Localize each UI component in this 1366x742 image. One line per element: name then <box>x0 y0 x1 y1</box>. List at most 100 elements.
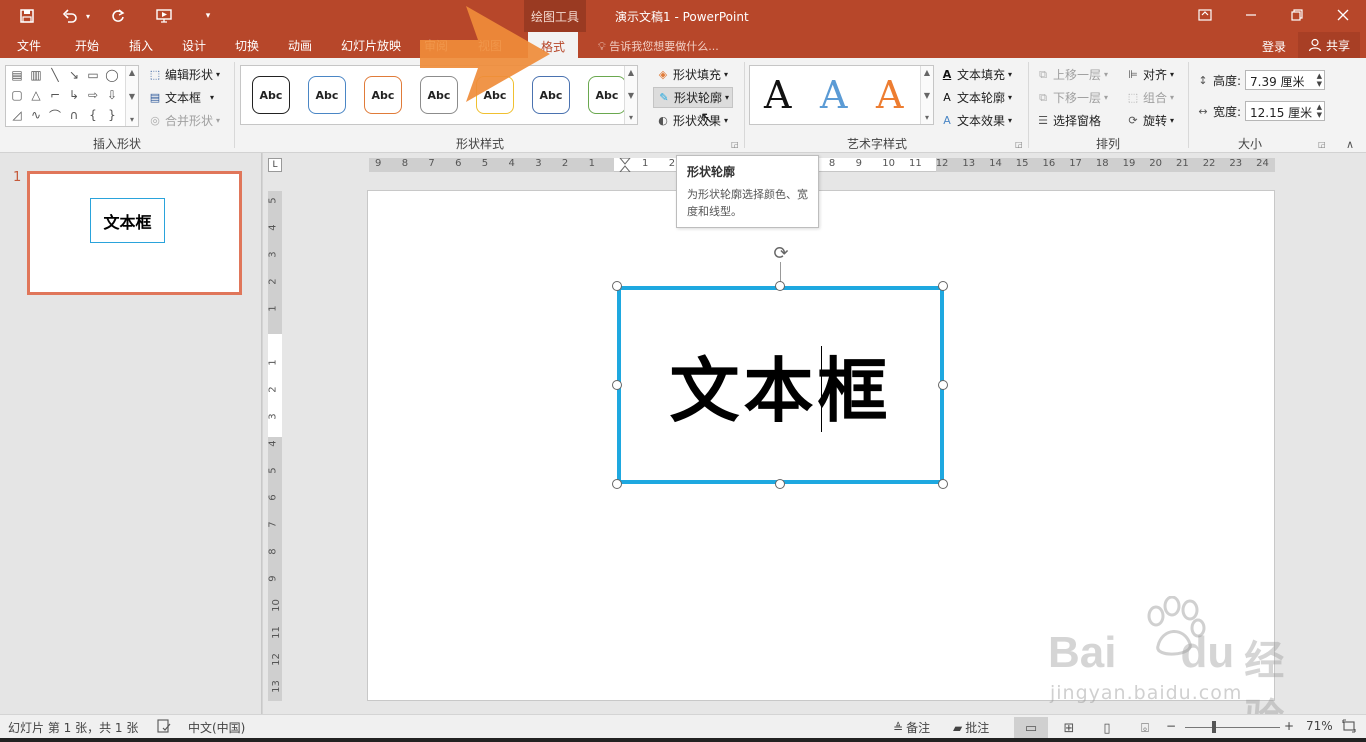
resize-handle-n[interactable] <box>775 281 785 291</box>
spell-check-icon[interactable] <box>157 719 171 733</box>
resize-handle-ne[interactable] <box>938 281 948 291</box>
shape-style-swatch[interactable]: Abc <box>308 76 346 114</box>
wordart-style-swatch[interactable]: A <box>764 74 791 116</box>
ribbon-display-options-icon[interactable] <box>1190 4 1220 26</box>
slideshow-view-icon[interactable]: ⌻ <box>1128 717 1162 739</box>
indent-marker-icon[interactable] <box>619 158 631 172</box>
shape-effects-button[interactable]: ◐ 形状效果 ▾ <box>656 112 728 129</box>
tab-design[interactable]: 设计 <box>182 37 206 54</box>
selected-textbox[interactable]: 文本框 <box>617 286 944 484</box>
bring-forward-button[interactable]: ⧉ 上移一层 ▾ <box>1036 66 1108 83</box>
undo-icon[interactable] <box>58 4 82 28</box>
resize-handle-nw[interactable] <box>612 281 622 291</box>
start-from-beginning-icon[interactable] <box>152 4 176 28</box>
wordart-styles-gallery[interactable]: A A A <box>749 65 934 125</box>
edit-shape-button[interactable]: ⬚ 编辑形状 ▾ <box>148 66 220 83</box>
language-indicator[interactable]: 中文(中国) <box>188 719 245 736</box>
tab-file[interactable]: 文件 <box>17 37 41 54</box>
tab-transitions[interactable]: 切换 <box>235 37 259 54</box>
merge-shapes-button[interactable]: ◎ 合并形状 ▾ <box>148 112 220 129</box>
text-box-button[interactable]: ▤ 文本框 ▾ <box>148 89 214 106</box>
curve-shape-icon[interactable]: ∩ <box>66 108 82 122</box>
slide-thumbnail[interactable]: 文本框 <box>27 171 242 295</box>
repeat-icon[interactable] <box>106 4 130 28</box>
elbow-arrow-shape-icon[interactable]: ↳ <box>66 88 82 102</box>
arc-shape-icon[interactable]: ⌒ <box>47 108 63 123</box>
zoom-slider-thumb[interactable] <box>1212 721 1216 733</box>
right-arrow-shape-icon[interactable]: ⇨ <box>85 88 101 102</box>
shape-style-swatch[interactable]: Abc <box>364 76 402 114</box>
normal-view-icon[interactable]: ▭ <box>1014 717 1048 739</box>
rectangle-shape-icon[interactable]: ▭ <box>85 68 101 82</box>
resize-handle-se[interactable] <box>938 479 948 489</box>
tab-insert[interactable]: 插入 <box>129 37 153 54</box>
shapes-gallery-scroll[interactable]: ▲ ▼ ▾ <box>125 66 138 126</box>
share-button[interactable]: 共享 <box>1298 32 1360 58</box>
tab-selector[interactable]: L <box>268 158 282 172</box>
shape-outline-button[interactable]: ✎ 形状轮廓 ▾ <box>653 87 734 108</box>
zoom-level[interactable]: 71% <box>1306 719 1333 733</box>
align-button[interactable]: ⊫ 对齐 ▾ <box>1126 66 1174 83</box>
arrow-line-shape-icon[interactable]: ↘ <box>66 68 82 82</box>
resize-handle-sw[interactable] <box>612 479 622 489</box>
wordart-style-swatch[interactable]: A <box>820 74 847 116</box>
zoom-slider-track[interactable] <box>1185 727 1280 728</box>
close-icon[interactable] <box>1328 4 1358 26</box>
resize-handle-w[interactable] <box>612 380 622 390</box>
scribble-shape-icon[interactable]: ∿ <box>28 108 44 122</box>
tab-slideshow[interactable]: 幻灯片放映 <box>341 37 401 54</box>
undo-dropdown-icon[interactable]: ▾ <box>82 4 94 28</box>
collapse-ribbon-icon[interactable]: ∧ <box>1346 138 1354 151</box>
group-button[interactable]: ⬚ 组合 ▾ <box>1126 89 1174 106</box>
notes-button[interactable]: ≜ 备注 <box>893 719 930 736</box>
height-spinner[interactable]: ▲ ▼ <box>1317 72 1322 88</box>
slide-indicator[interactable]: 幻灯片 第 1 张，共 1 张 <box>8 719 138 736</box>
text-box-shape-icon[interactable]: ▤ <box>9 68 25 82</box>
wordart-style-swatch[interactable]: A <box>876 74 903 116</box>
comments-button[interactable]: ▰ 批注 <box>953 719 989 736</box>
fit-slide-icon[interactable] <box>1342 719 1356 733</box>
line-shape-icon[interactable]: ╲ <box>47 68 63 82</box>
minimize-icon[interactable] <box>1236 4 1266 26</box>
text-fill-button[interactable]: A 文本填充 ▾ <box>940 66 1012 83</box>
shape-styles-scroll[interactable]: ▲ ▼ ▾ <box>624 66 637 124</box>
wordart-gallery-scroll[interactable]: ▲ ▼ ▾ <box>920 66 933 124</box>
height-input[interactable]: 7.39 厘米 ▲ ▼ <box>1245 70 1325 90</box>
selection-pane-button[interactable]: ☰ 选择窗格 <box>1036 112 1101 129</box>
elbow-connector-shape-icon[interactable]: ⌐ <box>47 88 63 102</box>
dialog-launcher-icon[interactable]: ◲ <box>1015 140 1023 149</box>
shape-fill-button[interactable]: ◈ 形状填充 ▾ <box>656 66 728 83</box>
vertical-text-box-shape-icon[interactable]: ▥ <box>28 68 44 82</box>
zoom-in-button[interactable]: + <box>1284 719 1294 733</box>
oval-shape-icon[interactable]: ◯ <box>104 68 120 82</box>
width-spinner[interactable]: ▲ ▼ <box>1317 103 1322 119</box>
dialog-launcher-icon[interactable]: ◲ <box>1318 140 1326 149</box>
shape-style-swatch[interactable]: Abc <box>588 76 626 114</box>
sign-in-link[interactable]: 登录 <box>1262 38 1286 55</box>
horizontal-ruler[interactable]: 9876543211234567891011121314151617181920… <box>369 158 1275 172</box>
tab-animations[interactable]: 动画 <box>288 37 312 54</box>
right-brace-shape-icon[interactable]: } <box>104 108 120 122</box>
shapes-gallery[interactable]: ▤ ▥ ╲ ↘ ▭ ◯ ▢ △ ⌐ ↳ ⇨ ⇩ ◿ ∿ ⌒ ∩ { } ▲ ▼ ▾ <box>5 65 139 127</box>
width-input[interactable]: 12.15 厘米 ▲ ▼ <box>1245 101 1325 121</box>
text-outline-button[interactable]: A 文本轮廓 ▾ <box>940 89 1012 106</box>
customize-qat-icon[interactable]: ▾ <box>200 4 216 28</box>
vertical-ruler[interactable]: 5 4 3 2 1 1 2 3 4 5 6 7 8 9 10 11 12 13 <box>268 191 282 701</box>
text-effects-button[interactable]: A 文本效果 ▾ <box>940 112 1012 129</box>
down-arrow-shape-icon[interactable]: ⇩ <box>104 88 120 102</box>
rotate-handle-icon[interactable]: ⟳ <box>770 242 792 264</box>
left-brace-shape-icon[interactable]: { <box>85 108 101 122</box>
textbox-text[interactable]: 文本框 <box>670 335 892 436</box>
rounded-rectangle-shape-icon[interactable]: ▢ <box>9 88 25 102</box>
tab-home[interactable]: 开始 <box>75 37 99 54</box>
freeform-shape-icon[interactable]: ◿ <box>9 108 25 122</box>
triangle-shape-icon[interactable]: △ <box>28 88 44 102</box>
restore-icon[interactable] <box>1282 4 1312 26</box>
resize-handle-e[interactable] <box>938 380 948 390</box>
rotate-button[interactable]: ⟳ 旋转 ▾ <box>1126 112 1174 129</box>
shape-style-swatch[interactable]: Abc <box>252 76 290 114</box>
tell-me-box[interactable]: 💡︎ 告诉我您想要做什么... <box>598 38 719 54</box>
zoom-out-button[interactable]: − <box>1166 719 1176 733</box>
resize-handle-s[interactable] <box>775 479 785 489</box>
slide-sorter-icon[interactable]: ⊞ <box>1052 717 1086 739</box>
